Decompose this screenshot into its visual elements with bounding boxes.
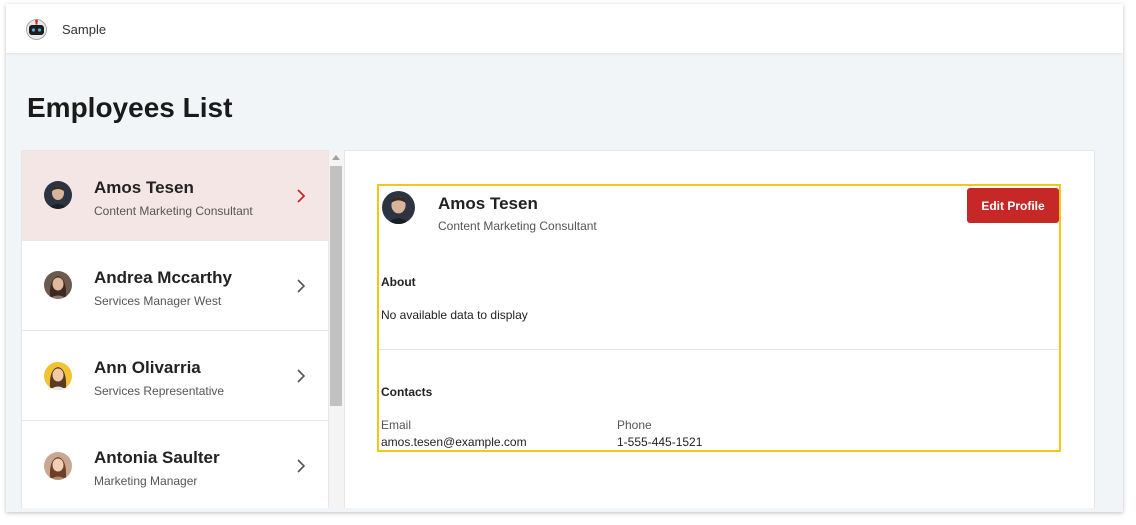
- detail-name: Amos Tesen: [438, 194, 538, 213]
- employee-name: Amos Tesen: [94, 178, 194, 197]
- edit-profile-button[interactable]: Edit Profile: [967, 188, 1059, 223]
- divider: [379, 349, 1059, 350]
- chevron-right-icon: [297, 189, 306, 203]
- list-item[interactable]: Amos Tesen Content Marketing Consultant: [22, 151, 328, 241]
- employee-role: Content Marketing Consultant: [94, 204, 253, 218]
- list-item[interactable]: Ann Olivarria Services Representative: [22, 331, 328, 421]
- employee-role: Marketing Manager: [94, 474, 198, 488]
- scroll-up-arrow-icon[interactable]: [332, 154, 340, 160]
- chevron-right-icon: [297, 459, 306, 473]
- employee-detail-card: Amos Tesen Content Marketing Consultant …: [377, 184, 1061, 452]
- detail-role: Content Marketing Consultant: [438, 219, 597, 233]
- employee-role: Services Representative: [94, 384, 225, 398]
- avatar: [44, 452, 72, 480]
- list-scrollbar[interactable]: [329, 150, 343, 508]
- about-heading: About: [381, 275, 416, 289]
- about-text: No available data to display: [381, 308, 528, 322]
- email-label: Email: [381, 418, 412, 432]
- employee-name: Ann Olivarria: [94, 358, 201, 377]
- email-value[interactable]: amos.tesen@example.com: [381, 435, 527, 449]
- phone-value[interactable]: 1-555-445-1521: [617, 435, 702, 449]
- avatar: [44, 271, 72, 299]
- robot-logo-icon: [26, 19, 47, 40]
- scrollbar-thumb[interactable]: [330, 166, 342, 406]
- avatar: [382, 191, 415, 224]
- avatar: [44, 362, 72, 390]
- top-bar: Sample: [6, 4, 1123, 53]
- employee-name: Andrea Mccarthy: [94, 268, 232, 287]
- chevron-right-icon: [297, 369, 306, 383]
- chevron-right-icon: [297, 279, 306, 293]
- app-title: Sample: [62, 22, 107, 37]
- phone-label: Phone: [617, 418, 652, 432]
- avatar: [44, 181, 72, 209]
- list-item[interactable]: Andrea Mccarthy Services Manager West: [22, 241, 328, 331]
- employee-role: Services Manager West: [94, 294, 222, 308]
- employee-list: Amos Tesen Content Marketing Consultant …: [21, 150, 329, 508]
- employee-name: Antonia Saulter: [94, 448, 220, 467]
- contacts-heading: Contacts: [381, 385, 433, 399]
- list-item[interactable]: Antonia Saulter Marketing Manager: [22, 421, 328, 508]
- page-title: Employees List: [27, 92, 233, 123]
